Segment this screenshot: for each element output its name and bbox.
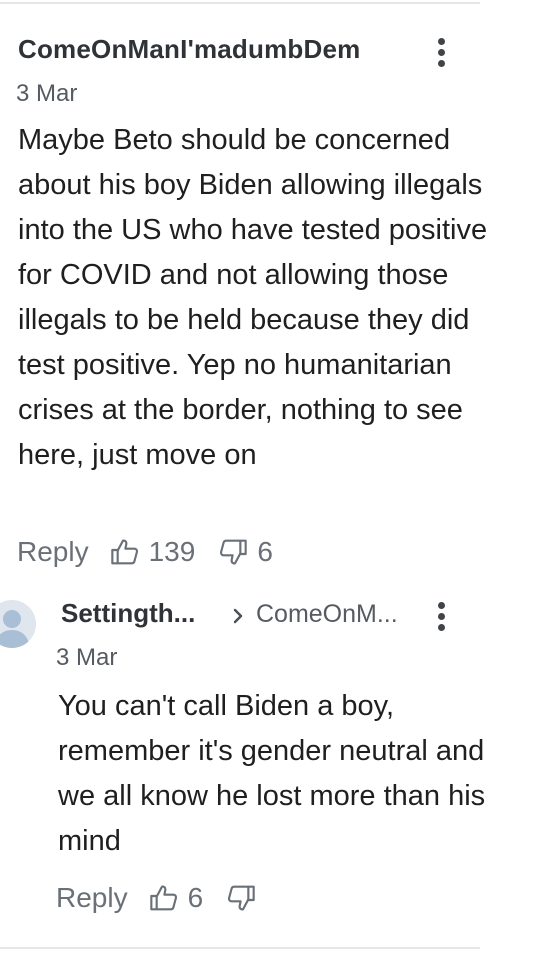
reply-date: 3 Mar [56, 644, 118, 671]
like-count: 6 [187, 882, 204, 913]
comment-author[interactable]: ComeOnManI'madumbDem [18, 34, 360, 65]
comment-date: 3 Mar [16, 80, 78, 107]
comment-actions: Reply 139 6 [17, 536, 295, 568]
chevron-right-icon [233, 608, 243, 624]
reply-button[interactable]: Reply [17, 536, 89, 568]
top-divider [0, 2, 480, 4]
comment-text: Maybe Beto should be concerned about his… [18, 124, 488, 471]
thumbs-down-icon[interactable] [217, 536, 249, 568]
reply-button[interactable]: Reply [56, 882, 128, 914]
user-avatar-icon[interactable] [0, 600, 36, 648]
kebab-menu-icon[interactable] [437, 602, 445, 631]
like-count: 139 [148, 536, 196, 567]
reply-to-author[interactable]: ComeOnM... [256, 600, 398, 629]
reply-author[interactable]: Settingth... [61, 598, 195, 629]
reply-actions: Reply 6 [56, 882, 257, 914]
thumbs-up-icon[interactable] [109, 536, 141, 568]
kebab-menu-icon[interactable] [437, 38, 445, 67]
thumbs-up-icon[interactable] [148, 882, 180, 914]
bottom-divider [0, 947, 480, 949]
dislike-count: 6 [257, 536, 273, 567]
thumbs-down-icon[interactable] [225, 882, 257, 914]
reply-text: You can't call Biden a boy, remember it'… [58, 690, 486, 857]
